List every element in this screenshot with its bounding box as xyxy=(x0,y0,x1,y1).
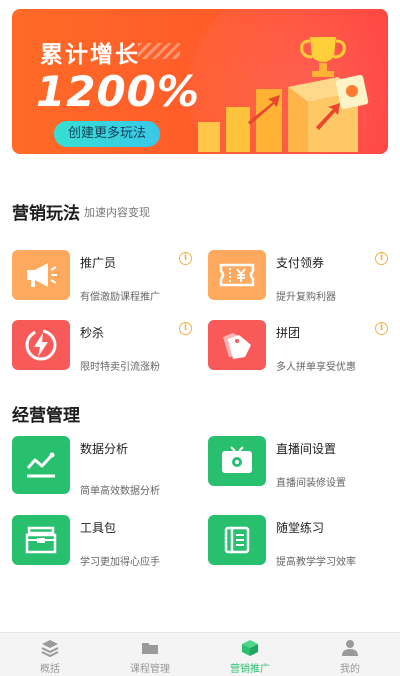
nav-item-overview[interactable]: 概括 xyxy=(0,633,100,676)
card-class-exercise[interactable]: 随堂练习 提高教学学习效率 xyxy=(208,515,388,568)
card-payment-coupon[interactable]: 支付领券 提升复购利器 i xyxy=(208,250,388,306)
bottom-nav: 概括 课程管理 营销推广 我的 xyxy=(0,632,400,676)
info-icon[interactable]: i xyxy=(375,322,388,335)
card-group-buy-desc: 多人拼单享受优惠 xyxy=(276,362,356,373)
card-promoter-name: 推广员 xyxy=(80,256,117,270)
card-data-analytics-desc: 简单高效数据分析 xyxy=(80,486,160,497)
info-icon[interactable]: i xyxy=(179,322,192,335)
card-promoter-desc: 有偿激励课程推广 xyxy=(80,292,160,303)
nav-item-label: 我的 xyxy=(340,664,360,675)
card-live-room-settings-name: 直播间设置 xyxy=(276,442,337,456)
card-payment-coupon-name: 支付领券 xyxy=(276,256,325,270)
cube-icon xyxy=(242,640,258,656)
card-promoter[interactable]: 推广员 有偿激励课程推广 i xyxy=(12,250,192,306)
nav-item-label: 课程管理 xyxy=(130,664,170,675)
card-class-exercise-desc: 提高教学学习效率 xyxy=(276,557,356,568)
nav-item-course-management[interactable]: 课程管理 xyxy=(100,633,200,676)
card-flash-sale-desc: 限时特卖引流涨粉 xyxy=(80,362,160,373)
marketing-section-title: 营销玩法 xyxy=(12,204,80,224)
toolbox-icon xyxy=(12,515,70,565)
card-toolkit[interactable]: 工具包 学习更加得心应手 xyxy=(12,515,192,568)
marketing-section-subtitle: 加速内容变现 xyxy=(84,206,150,219)
card-payment-coupon-desc: 提升复购利器 xyxy=(276,292,336,303)
nav-item-marketing[interactable]: 营销推广 xyxy=(200,633,300,676)
megaphone-icon xyxy=(12,250,70,300)
card-group-buy-name: 拼团 xyxy=(276,326,301,340)
layers-icon xyxy=(41,640,59,658)
nav-item-profile[interactable]: 我的 xyxy=(300,633,400,676)
folder-icon xyxy=(142,643,158,654)
banner-growth-number: 1200% xyxy=(36,67,200,116)
lightning-icon xyxy=(12,320,70,370)
card-toolkit-desc: 学习更加得心应手 xyxy=(80,557,160,568)
operations-section-title: 经营管理 xyxy=(12,406,80,426)
banner-title: 累计增长 xyxy=(40,42,140,68)
card-class-exercise-name: 随堂练习 xyxy=(276,521,325,535)
trophy-illustration xyxy=(198,37,369,152)
card-toolkit-name: 工具包 xyxy=(80,521,117,535)
promo-banner[interactable]: 累计增长 1200% 创建更多玩法 xyxy=(12,9,388,154)
card-flash-sale-name: 秒杀 xyxy=(80,326,105,340)
nav-item-label: 营销推广 xyxy=(230,664,270,675)
ticket-icon xyxy=(208,250,266,300)
card-live-room-settings[interactable]: 直播间设置 直播间装修设置 xyxy=(208,436,388,494)
tag-icon xyxy=(208,320,266,370)
tv-gear-icon xyxy=(208,436,266,486)
notebook-icon xyxy=(208,515,266,565)
banner-stripes xyxy=(138,43,180,59)
info-icon[interactable]: i xyxy=(375,252,388,265)
nav-item-label: 概括 xyxy=(40,664,60,675)
card-live-room-settings-desc: 直播间装修设置 xyxy=(276,478,346,489)
create-more-button[interactable]: 创建更多玩法 xyxy=(54,121,161,147)
card-flash-sale[interactable]: 秒杀 限时特卖引流涨粉 i xyxy=(12,320,192,376)
line-chart-icon xyxy=(12,436,70,494)
card-data-analytics-name: 数据分析 xyxy=(80,442,129,456)
user-icon xyxy=(342,640,358,656)
info-icon[interactable]: i xyxy=(179,252,192,265)
card-data-analytics[interactable]: 数据分析 简单高效数据分析 xyxy=(12,436,192,497)
card-group-buy[interactable]: 拼团 多人拼单享受优惠 i xyxy=(208,320,388,376)
